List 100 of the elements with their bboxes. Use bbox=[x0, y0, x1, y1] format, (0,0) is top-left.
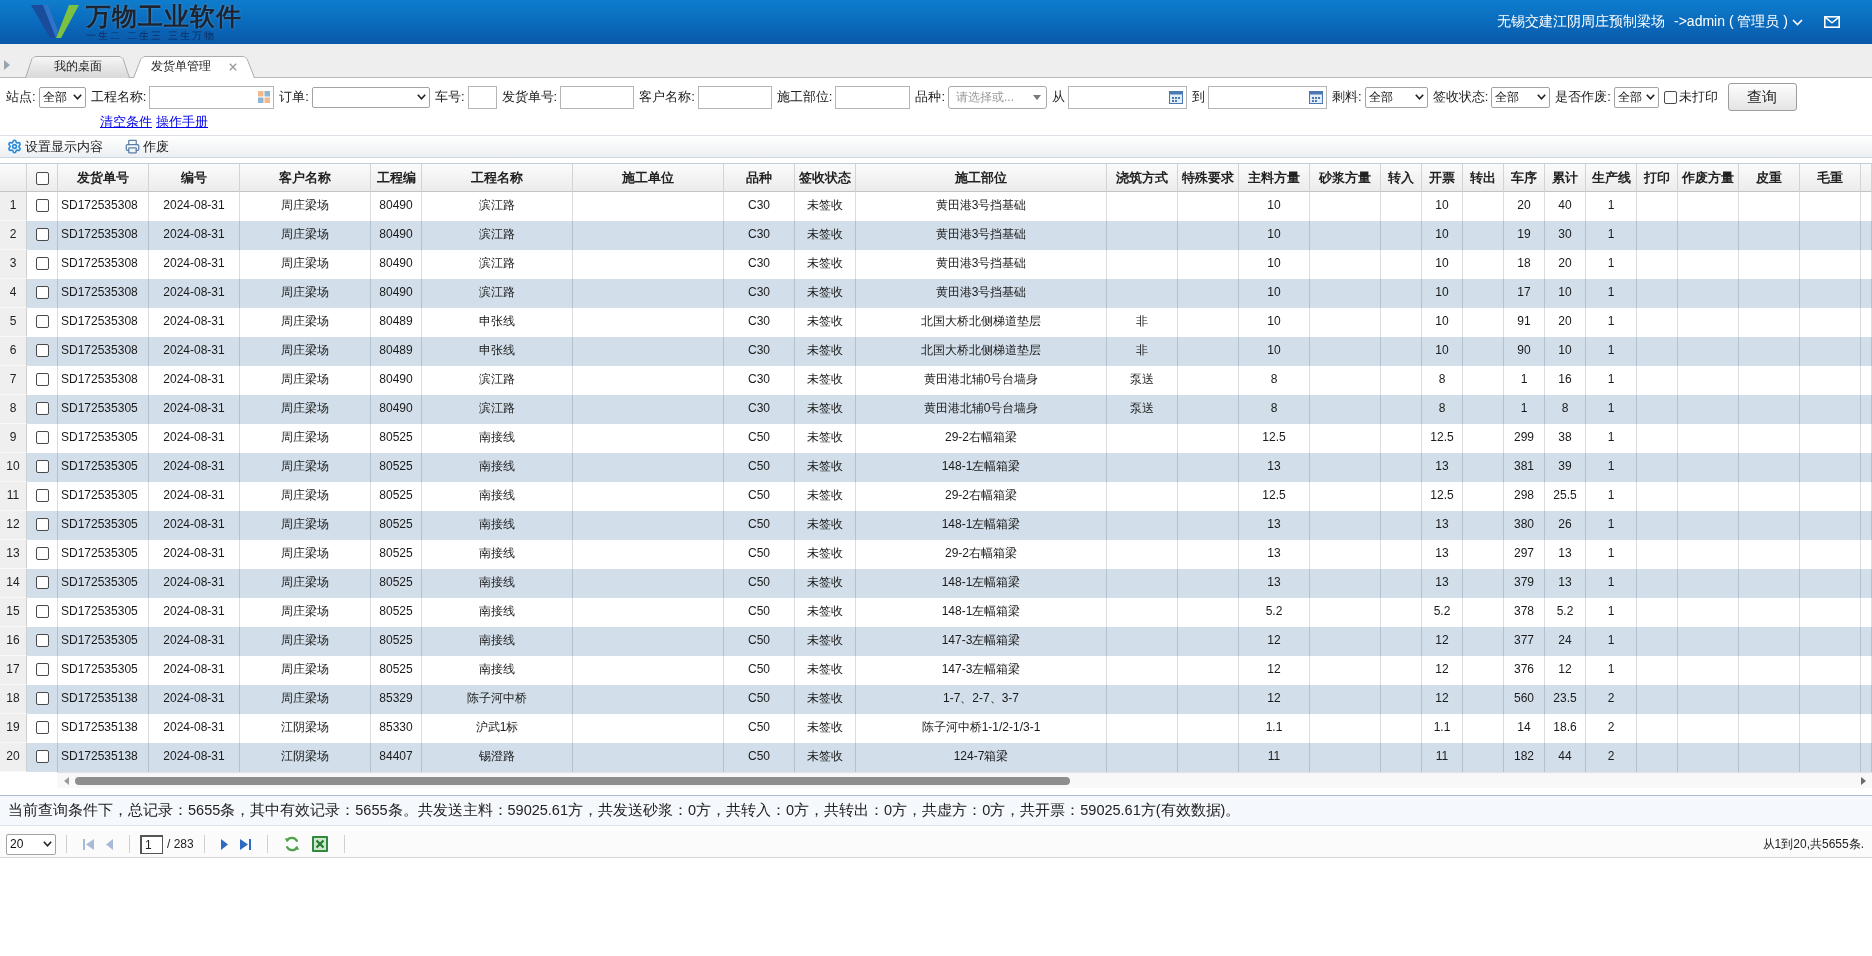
checkbox[interactable] bbox=[35, 546, 49, 560]
table-row[interactable]: 17 SD172535305 2024-08-31 周庄梁场 80525 南接线 C50 未签收 147-3左幅箱梁 12 12 376 12 1 bbox=[0, 656, 1872, 685]
input-field[interactable] bbox=[560, 85, 635, 109]
select-field[interactable]: 全部 bbox=[38, 86, 86, 108]
select-field[interactable]: 全部 bbox=[1491, 86, 1551, 108]
table-row[interactable]: 13 SD172535305 2024-08-31 周庄梁场 80525 南接线 C50 未签收 29-2右幅箱梁 13 13 297 13 1 bbox=[0, 540, 1872, 569]
lookup-field[interactable] bbox=[149, 85, 275, 109]
field-label: 签收状态: bbox=[1432, 88, 1489, 106]
link[interactable]: 操作手册 bbox=[156, 113, 208, 131]
checkbox[interactable] bbox=[35, 749, 49, 763]
scroll-left-icon[interactable] bbox=[64, 776, 69, 785]
page-input[interactable]: 1 bbox=[140, 834, 163, 854]
user-menu[interactable]: ->admin ( 管理员 ) bbox=[1674, 13, 1803, 31]
row-number: 2 bbox=[0, 221, 27, 250]
chevron-down-icon bbox=[72, 94, 82, 100]
checkbox[interactable] bbox=[35, 256, 49, 270]
table-row[interactable]: 1 SD172535308 2024-08-31 周庄梁场 80490 滨江路 C30 未签收 黄田港3号挡基础 10 10 20 40 1 bbox=[0, 192, 1872, 221]
row-number: 19 bbox=[0, 714, 27, 743]
checkbox[interactable] bbox=[35, 604, 49, 618]
tab[interactable]: 我的桌面 bbox=[25, 52, 130, 78]
table-row[interactable]: 8 SD172535305 2024-08-31 周庄梁场 80490 滨江路 C30 未签收 黄田港北辅0号台墙身 泵送 8 8 1 8 1 bbox=[0, 395, 1872, 424]
input-field[interactable] bbox=[835, 85, 911, 109]
chevron-down-icon bbox=[1414, 94, 1424, 100]
checkbox[interactable] bbox=[35, 517, 49, 531]
field-label: 品种: bbox=[915, 88, 945, 106]
table-row[interactable]: 11 SD172535305 2024-08-31 周庄梁场 80525 南接线 C50 未签收 29-2右幅箱梁 12.5 12.5 298 25.5 1 bbox=[0, 482, 1872, 511]
row-number: 1 bbox=[0, 192, 27, 221]
last-page-icon[interactable] bbox=[239, 838, 251, 850]
row-number: 9 bbox=[0, 424, 27, 453]
page-total: / 283 bbox=[167, 837, 194, 851]
table-row[interactable]: 14 SD172535305 2024-08-31 周庄梁场 80525 南接线 C50 未签收 148-1左幅箱梁 13 13 379 13 1 bbox=[0, 569, 1872, 598]
checkbox[interactable] bbox=[35, 720, 49, 734]
table-row[interactable]: 16 SD172535305 2024-08-31 周庄梁场 80525 南接线 C50 未签收 147-3左幅箱梁 12 12 377 24 1 bbox=[0, 627, 1872, 656]
input-field[interactable] bbox=[467, 85, 497, 109]
select-field[interactable]: 全部 bbox=[1613, 86, 1659, 108]
chevron-down-icon bbox=[416, 94, 426, 100]
checkbox[interactable] bbox=[35, 314, 49, 328]
table-row[interactable]: 12 SD172535305 2024-08-31 周庄梁场 80525 南接线 C50 未签收 148-1左幅箱梁 13 13 380 26 1 bbox=[0, 511, 1872, 540]
select-field[interactable]: 全部 bbox=[1364, 86, 1428, 108]
link[interactable]: 清空条件 bbox=[100, 113, 152, 131]
field-label: 是否作废: bbox=[1555, 88, 1611, 106]
checkbox[interactable] bbox=[35, 172, 49, 186]
scroll-right-icon[interactable] bbox=[1861, 776, 1866, 785]
table-row[interactable]: 6 SD172535308 2024-08-31 周庄梁场 80489 申张线 C30 未签收 北国大桥北侧梯道垫层 非 10 10 90 10 1 bbox=[0, 337, 1872, 366]
row-number: 15 bbox=[0, 598, 27, 627]
checkbox[interactable] bbox=[35, 488, 49, 502]
checkbox[interactable] bbox=[35, 662, 49, 676]
chevron-down-icon bbox=[1645, 94, 1655, 100]
field-label: 工程名称: bbox=[90, 88, 147, 106]
table-row[interactable]: 15 SD172535305 2024-08-31 周庄梁场 80525 南接线 C50 未签收 148-1左幅箱梁 5.2 5.2 378 5.2 1 bbox=[0, 598, 1872, 627]
spreadsheet-icon[interactable] bbox=[311, 836, 328, 852]
checkbox[interactable] bbox=[35, 198, 49, 212]
table-row[interactable]: 7 SD172535308 2024-08-31 周庄梁场 80490 滨江路 C30 未签收 黄田港北辅0号台墙身 泵送 8 8 1 16 1 bbox=[0, 366, 1872, 395]
horizontal-scrollbar[interactable] bbox=[57, 772, 1872, 788]
input-field[interactable] bbox=[697, 85, 772, 109]
table-row[interactable]: 5 SD172535308 2024-08-31 周庄梁场 80489 申张线 C30 未签收 北国大桥北侧梯道垫层 非 10 10 91 20 1 bbox=[0, 308, 1872, 337]
table-row[interactable]: 4 SD172535308 2024-08-31 周庄梁场 80490 滨江路 C30 未签收 黄田港3号挡基础 10 10 17 10 1 bbox=[0, 279, 1872, 308]
row-number: 20 bbox=[0, 743, 27, 772]
row-number: 14 bbox=[0, 569, 27, 598]
date-field[interactable] bbox=[1208, 85, 1327, 109]
search-button[interactable]: 查询 bbox=[1727, 83, 1797, 111]
row-number: 16 bbox=[0, 627, 27, 656]
organization-name: 无锡交建江阴周庄预制梁场 bbox=[1497, 13, 1666, 31]
calendar-icon[interactable] bbox=[1169, 90, 1183, 104]
checkbox[interactable] bbox=[35, 430, 49, 444]
checkbox[interactable] bbox=[35, 285, 49, 299]
chevron-down-icon bbox=[1537, 94, 1547, 100]
calendar-icon[interactable] bbox=[1309, 90, 1323, 104]
checkbox[interactable] bbox=[35, 691, 49, 705]
close-icon[interactable] bbox=[229, 62, 237, 71]
mail-icon[interactable] bbox=[1824, 16, 1840, 28]
table-row[interactable]: 20 SD172535138 2024-08-31 江阴梁场 84407 锡澄路 C50 未签收 124-7箱梁 11 11 182 44 2 bbox=[0, 743, 1872, 772]
checkbox[interactable] bbox=[35, 633, 49, 647]
field-label: 剩料: bbox=[1332, 88, 1362, 106]
refresh-icon[interactable] bbox=[283, 836, 300, 852]
date-field[interactable] bbox=[1068, 85, 1187, 109]
select-field[interactable] bbox=[311, 86, 430, 108]
display-settings-button[interactable]: 设置显示内容 bbox=[7, 137, 103, 156]
checkbox[interactable] bbox=[35, 459, 49, 473]
table-row[interactable]: 19 SD172535138 2024-08-31 江阴梁场 85330 沪武1标 C50 未签收 陈子河中桥1-1/2-1/3-1 1.1 1.1 14 18.6 2 bbox=[0, 714, 1872, 743]
checkbox[interactable] bbox=[35, 401, 49, 415]
checkbox[interactable] bbox=[1663, 90, 1677, 104]
table-row[interactable]: 10 SD172535305 2024-08-31 周庄梁场 80525 南接线 C50 未签收 148-1左幅箱梁 13 13 381 39 1 bbox=[0, 453, 1872, 482]
scrollbar-thumb[interactable] bbox=[75, 776, 1070, 785]
table-row[interactable]: 2 SD172535308 2024-08-31 周庄梁场 80490 滨江路 C30 未签收 黄田港3号挡基础 10 10 19 30 1 bbox=[0, 221, 1872, 250]
row-number: 17 bbox=[0, 656, 27, 685]
checkbox[interactable] bbox=[35, 575, 49, 589]
checkbox[interactable] bbox=[35, 343, 49, 357]
table-row[interactable]: 3 SD172535308 2024-08-31 周庄梁场 80490 滨江路 C30 未签收 黄田港3号挡基础 10 10 18 20 1 bbox=[0, 250, 1872, 279]
page-size-select[interactable]: 20 bbox=[6, 833, 56, 855]
next-page-icon[interactable] bbox=[220, 838, 228, 850]
field-label: 从 bbox=[1052, 88, 1065, 106]
table-row[interactable]: 18 SD172535138 2024-08-31 周庄梁场 85329 陈子河中桥 C50 未签收 1-7、2-7、3-7 12 12 560 23.5 2 bbox=[0, 685, 1872, 714]
checkbox[interactable] bbox=[35, 372, 49, 386]
tab[interactable]: 发货单管理 bbox=[133, 52, 255, 78]
row-number: 5 bbox=[0, 308, 27, 337]
checkbox[interactable] bbox=[35, 227, 49, 241]
field-label: 客户名称: bbox=[639, 88, 695, 106]
table-row[interactable]: 9 SD172535305 2024-08-31 周庄梁场 80525 南接线 C50 未签收 29-2右幅箱梁 12.5 12.5 299 38 1 bbox=[0, 424, 1872, 453]
void-button[interactable]: 作废 bbox=[125, 137, 169, 156]
